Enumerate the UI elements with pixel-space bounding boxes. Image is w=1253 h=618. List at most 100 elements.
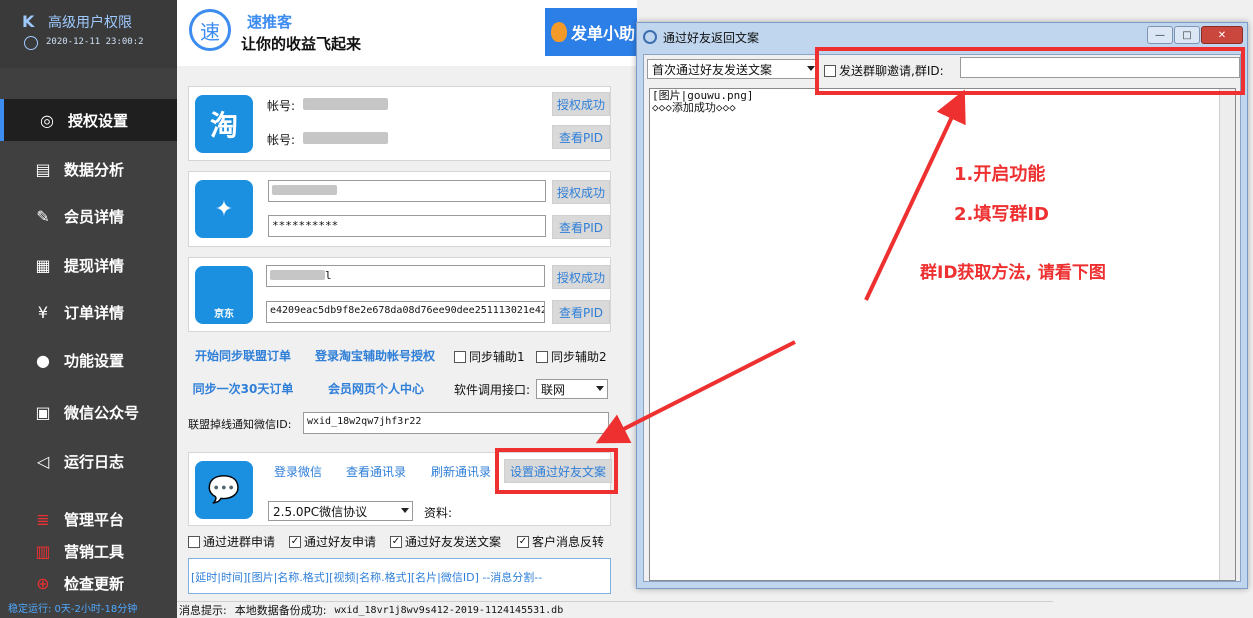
sidebar-item-auth-settings[interactable]: ◎ 授权设置 — [0, 99, 177, 141]
highlight-group-invite — [815, 47, 1245, 95]
promo-button[interactable]: 发单小助 — [545, 8, 637, 56]
jd-username-field[interactable]: l — [266, 265, 545, 287]
pdd-password-field[interactable]: ********** — [268, 215, 546, 237]
checkbox-label: 通过好友发送文案 — [405, 535, 502, 549]
promo-button-label: 发单小助 — [571, 24, 636, 43]
redacted-username — [272, 185, 337, 195]
status-file: wxid_18vr1j8wv9s412-2019-1124145531.db — [334, 604, 564, 616]
sync-helper-1-checkbox[interactable]: 同步辅助1 — [454, 348, 525, 365]
checkbox-label: 客户消息反转 — [532, 535, 605, 549]
send-friend-text-checkbox[interactable]: ✓ 通过好友发送文案 — [390, 533, 501, 550]
wechat-icon: 💬 — [195, 461, 253, 519]
redacted-account — [303, 98, 388, 110]
sync-helper-2-checkbox[interactable]: 同步辅助2 — [536, 348, 607, 365]
bar-chart-icon: ▥ — [35, 541, 51, 561]
api-select-value: 联网 — [541, 383, 566, 397]
pdd-auth-button[interactable]: 授权成功 — [552, 180, 610, 204]
auth-panel: 淘 帐号: 授权成功 帐号: 查看PID ✦ 授权成功 ********** 查… — [186, 86, 616, 601]
taobao-account-label-2: 帐号: — [267, 133, 296, 147]
dialog-mode-select[interactable]: 首次通过好友发送文案 — [647, 59, 819, 79]
dialog-mode-value: 首次通过好友发送文案 — [652, 63, 773, 77]
checkbox-label: 通过进群申请 — [203, 535, 276, 549]
api-label: 软件调用接口: — [454, 383, 531, 397]
yen-doc-icon: ¥ — [37, 302, 49, 322]
user-level-title: 高级用户权限 — [48, 15, 132, 31]
sidebar-item-label: 运行日志 — [64, 452, 125, 471]
sidebar-item-official-account[interactable]: ▣ 微信公众号 — [0, 391, 177, 433]
checkbox-box — [454, 350, 466, 363]
refresh-contacts-button[interactable]: 刷新通讯录 — [425, 459, 497, 483]
checkbox-box — [188, 535, 200, 548]
jd-block: 京东 l 授权成功 e4209eac5db9f8e2e678da08d76ee9… — [188, 257, 611, 332]
jd-token-field[interactable]: e4209eac5db9f8e2e678da08d76ee90dee251113… — [266, 301, 545, 323]
pass-friend-request-checkbox[interactable]: ✓ 通过好友申请 — [289, 533, 376, 550]
api-select[interactable]: 联网 — [536, 379, 608, 399]
sidebar-item-run-log[interactable]: ◁ 运行日志 — [0, 440, 177, 482]
login-taobao-helper-button[interactable]: 登录淘宝辅助帐号授权 — [310, 343, 440, 367]
pdd-username-field[interactable] — [268, 180, 546, 202]
sidebar-item-label: 会员详情 — [64, 207, 125, 226]
pass-group-request-checkbox[interactable]: 通过进群申请 — [188, 533, 275, 550]
message-tags-bar[interactable]: [延时|时间][图片|名称.格式][视频|名称.格式][名片|微信ID] --消… — [188, 558, 611, 594]
notify-wechat-id-field[interactable]: wxid_18w2qw7jhf3r22 — [303, 412, 609, 434]
chevron-down-icon — [807, 66, 815, 71]
pdd-pid-button[interactable]: 查看PID — [552, 215, 610, 239]
profile-label: 资料: — [424, 506, 453, 520]
jd-icon-label: 京东 — [214, 309, 234, 320]
chevron-down-icon — [596, 386, 604, 391]
app-logo: K — [22, 12, 35, 31]
protocol-select[interactable]: 2.5.0PC微信协议 — [268, 501, 413, 521]
sidebar-item-withdraw-details[interactable]: ▦ 提现详情 — [0, 244, 177, 286]
gear-icon — [643, 30, 657, 44]
sidebar-item-order-details[interactable]: ¥ 订单详情 — [0, 291, 177, 333]
checkbox-box: ✓ — [517, 535, 529, 548]
sidebar-item-data-analysis[interactable]: ▤ 数据分析 — [0, 148, 177, 190]
jd-pid-button[interactable]: 查看PID — [552, 300, 610, 324]
app-window: K 高级用户权限 2020-12-11 23:00:2 ◎ 授权设置 ▤ 数据分… — [0, 0, 1253, 618]
pdd-block: ✦ 授权成功 ********** 查看PID — [188, 171, 611, 247]
sidebar-item-label: 营销工具 — [64, 542, 125, 561]
view-contacts-button[interactable]: 查看通讯录 — [340, 459, 412, 483]
sync-orders-button[interactable]: 开始同步联盟订单 — [190, 343, 296, 367]
status-message: 本地数据备份成功: — [234, 604, 327, 617]
checkbox-label: 通过好友申请 — [304, 535, 377, 549]
sidebar-item-label: 数据分析 — [64, 160, 125, 179]
close-button[interactable]: ✕ — [1201, 26, 1243, 44]
login-wechat-button[interactable]: 登录微信 — [268, 459, 328, 483]
friend-text-dialog: 通过好友返回文案 — □ ✕ 首次通过好友发送文案 发送群聊邀请,群ID: [图… — [636, 22, 1248, 589]
taobao-pid-button[interactable]: 查看PID — [552, 125, 610, 149]
sidebar-item-label: 检查更新 — [64, 574, 125, 593]
sidebar-item-label: 微信公众号 — [64, 403, 140, 422]
taobao-account-label: 帐号: — [267, 99, 296, 113]
redacted-account-2 — [303, 132, 388, 144]
pdd-icon: ✦ — [195, 180, 253, 238]
dialog-title: 通过好友返回文案 — [663, 30, 760, 45]
sidebar-item-function-settings[interactable]: ● 功能设置 — [0, 339, 177, 381]
sidebar-item-label: 授权设置 — [68, 111, 129, 130]
minimize-button[interactable]: — — [1147, 26, 1173, 44]
taobao-auth-button[interactable]: 授权成功 — [552, 92, 610, 116]
editor-scrollbar[interactable] — [1219, 89, 1235, 580]
sidebar-item-check-update[interactable]: ⊕ 检查更新 — [0, 562, 177, 604]
mp-icon: ▣ — [35, 402, 51, 422]
reverse-messages-checkbox[interactable]: ✓ 客户消息反转 — [517, 533, 604, 550]
jd-icon: 京东 — [195, 266, 253, 324]
jd-username-tail: l — [325, 269, 332, 282]
checkbox-box: ✓ — [390, 535, 402, 548]
sidebar-item-member-details[interactable]: ✎ 会员详情 — [0, 195, 177, 237]
sidebar-item-label: 功能设置 — [64, 351, 125, 370]
member-center-button[interactable]: 会员网页个人中心 — [320, 376, 432, 400]
notify-label: 联盟掉线通知微信ID: — [188, 418, 292, 431]
chart-icon: ▤ — [35, 159, 51, 179]
sidebar-item-label: 管理平台 — [64, 510, 125, 529]
sync-30days-button[interactable]: 同步一次30天订单 — [190, 376, 296, 400]
sidebar-header: K 高级用户权限 2020-12-11 23:00:2 — [0, 0, 177, 68]
editor-line: ◇◇◇添加成功◇◇◇ — [652, 101, 736, 114]
friend-text-editor[interactable]: [图片|gouwu.png] ◇◇◇添加成功◇◇◇ — [649, 88, 1236, 581]
clock-icon — [24, 36, 38, 50]
flame-icon — [551, 22, 567, 42]
taobao-block: 淘 帐号: 授权成功 帐号: 查看PID — [188, 86, 611, 161]
jd-auth-button[interactable]: 授权成功 — [552, 265, 610, 289]
current-time: 2020-12-11 23:00:2 — [46, 37, 144, 47]
maximize-button[interactable]: □ — [1174, 26, 1200, 44]
